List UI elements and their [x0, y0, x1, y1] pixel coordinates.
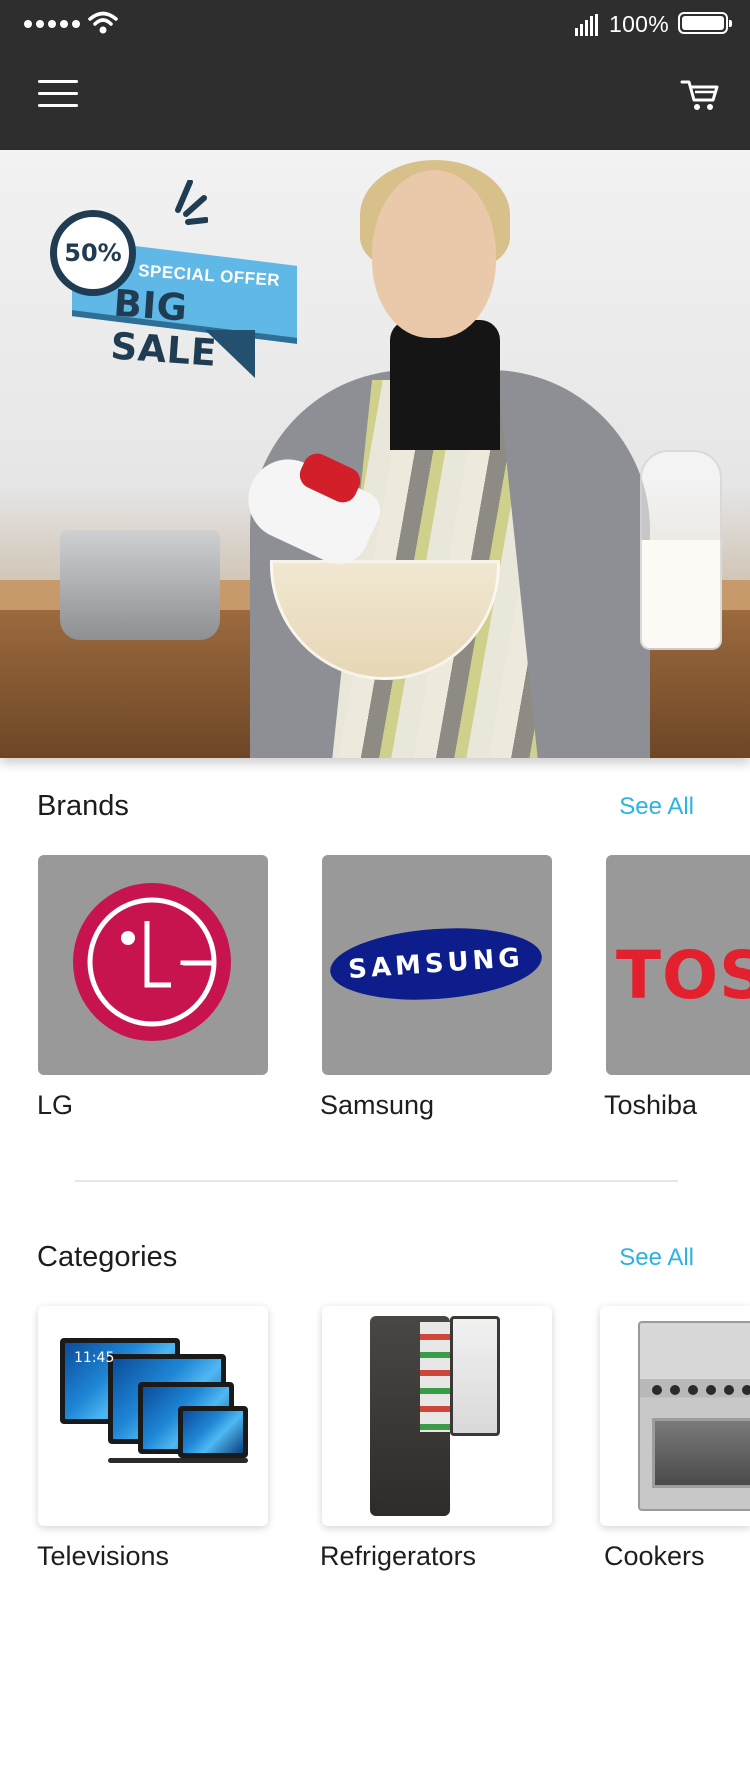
turtleneck-image: [390, 320, 500, 450]
section-divider: [75, 1180, 678, 1182]
status-bar: 100%: [0, 0, 750, 50]
promo-banner[interactable]: 50% SPECIAL OFFER BIG SALE: [0, 150, 750, 758]
hamburger-menu-icon[interactable]: [38, 80, 78, 108]
category-label-cookers: Cookers: [604, 1541, 705, 1571]
milk-bottle-image: [640, 450, 722, 650]
brand-card-samsung[interactable]: SAMSUNG: [322, 855, 552, 1075]
brand-card-toshiba[interactable]: TOS: [606, 855, 750, 1075]
brand-label-lg: LG: [37, 1090, 74, 1120]
lg-logo-mark-icon: [87, 897, 217, 1027]
wifi-icon: [88, 11, 118, 34]
sale-badge: 50% SPECIAL OFFER BIG SALE: [50, 180, 300, 380]
category-card-refrigerators[interactable]: [322, 1306, 552, 1526]
burst-icon: [175, 180, 208, 225]
badge-title: BIG SALE: [109, 281, 219, 375]
toshiba-logo: TOS: [616, 937, 750, 1014]
brand-label-toshiba: Toshiba: [604, 1090, 698, 1120]
category-label-refrigerators: Refrigerators: [320, 1541, 477, 1571]
app-header: 100%: [0, 0, 750, 150]
category-card-cookers[interactable]: [600, 1306, 750, 1526]
categories-see-all-link[interactable]: See All: [619, 1244, 694, 1272]
signal-dots-icon: [24, 20, 80, 28]
cooker-image: [638, 1321, 750, 1511]
battery-percent: 100%: [609, 11, 670, 37]
lg-logo: [73, 883, 231, 1041]
signal-bars-icon: [575, 14, 598, 36]
badge-percent: 50%: [64, 239, 122, 267]
tv-clock-text: 11:45: [74, 1350, 115, 1366]
category-label-televisions: Televisions: [37, 1541, 170, 1571]
kitchen-scale-image: [60, 530, 220, 640]
brand-label-samsung: Samsung: [320, 1090, 435, 1120]
shopping-cart-icon[interactable]: [680, 78, 720, 112]
brand-card-lg[interactable]: [38, 855, 268, 1075]
samsung-logo-text: SAMSUNG: [347, 942, 525, 986]
categories-title: Categories: [37, 1241, 178, 1273]
category-card-televisions[interactable]: 11:45: [38, 1306, 268, 1526]
woman-face-image: [372, 170, 496, 338]
brands-see-all-link[interactable]: See All: [619, 793, 694, 821]
samsung-logo: SAMSUNG: [327, 921, 545, 1007]
battery-full-icon: [678, 12, 732, 34]
brands-title: Brands: [37, 790, 129, 822]
